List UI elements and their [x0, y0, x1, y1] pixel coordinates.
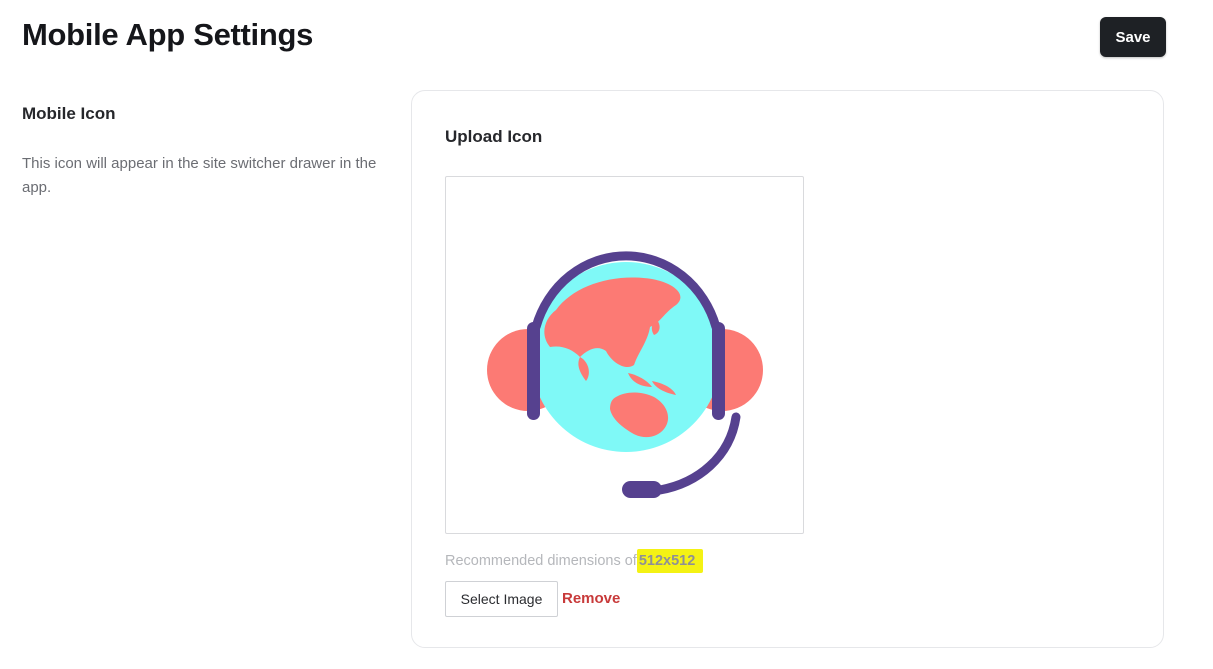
hint-dimensions: 512x512: [636, 549, 704, 573]
hint-text: Recommended dimensions of: [445, 553, 637, 569]
section-description: This icon will appear in the site switch…: [22, 155, 377, 196]
select-image-button[interactable]: Select Image: [445, 581, 558, 617]
save-button[interactable]: Save: [1100, 17, 1166, 57]
page-title: Mobile App Settings: [22, 17, 314, 52]
icon-preview: [445, 176, 804, 534]
dimensions-hint: Recommended dimensions of 512x512: [445, 549, 704, 573]
section-info: Mobile Icon This icon will appear in the…: [22, 104, 382, 200]
upload-heading: Upload Icon: [445, 127, 543, 146]
remove-link[interactable]: Remove: [562, 590, 620, 607]
globe-headset-icon: [487, 251, 763, 498]
upload-card: Upload Icon Recommended dimensions of 51…: [411, 90, 1164, 648]
section-heading: Mobile Icon: [22, 104, 116, 123]
